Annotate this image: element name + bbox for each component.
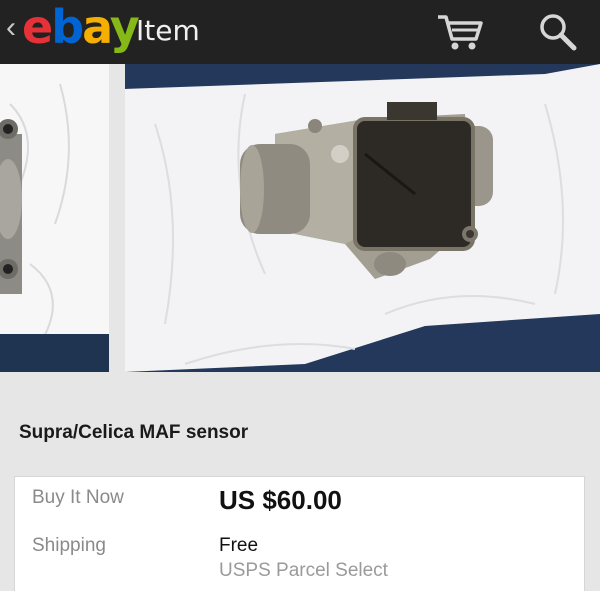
- page-title: Item: [136, 14, 200, 47]
- app-bar: ‹ ebay Item: [0, 0, 600, 64]
- shipping-label: Shipping: [32, 535, 106, 556]
- image-gallery[interactable]: [0, 64, 600, 374]
- cart-button[interactable]: [436, 12, 484, 52]
- shipping-cost: Free: [219, 535, 259, 556]
- back-chevron-icon[interactable]: ‹: [6, 13, 16, 43]
- previous-photo[interactable]: [0, 64, 109, 372]
- item-title: Supra/Celica MAF sensor: [19, 422, 249, 443]
- search-button[interactable]: [536, 10, 580, 54]
- main-photo[interactable]: [125, 64, 600, 372]
- search-icon: [540, 14, 577, 51]
- price-card: Buy It Now US $60.00 Shipping Free USPS …: [14, 476, 585, 591]
- buy-it-now-label: Buy It Now: [32, 487, 124, 508]
- ebay-logo[interactable]: ebay: [22, 4, 140, 50]
- price-value: US $60.00: [219, 485, 342, 515]
- cart-icon: [438, 15, 483, 50]
- shipping-service: USPS Parcel Select: [219, 560, 388, 581]
